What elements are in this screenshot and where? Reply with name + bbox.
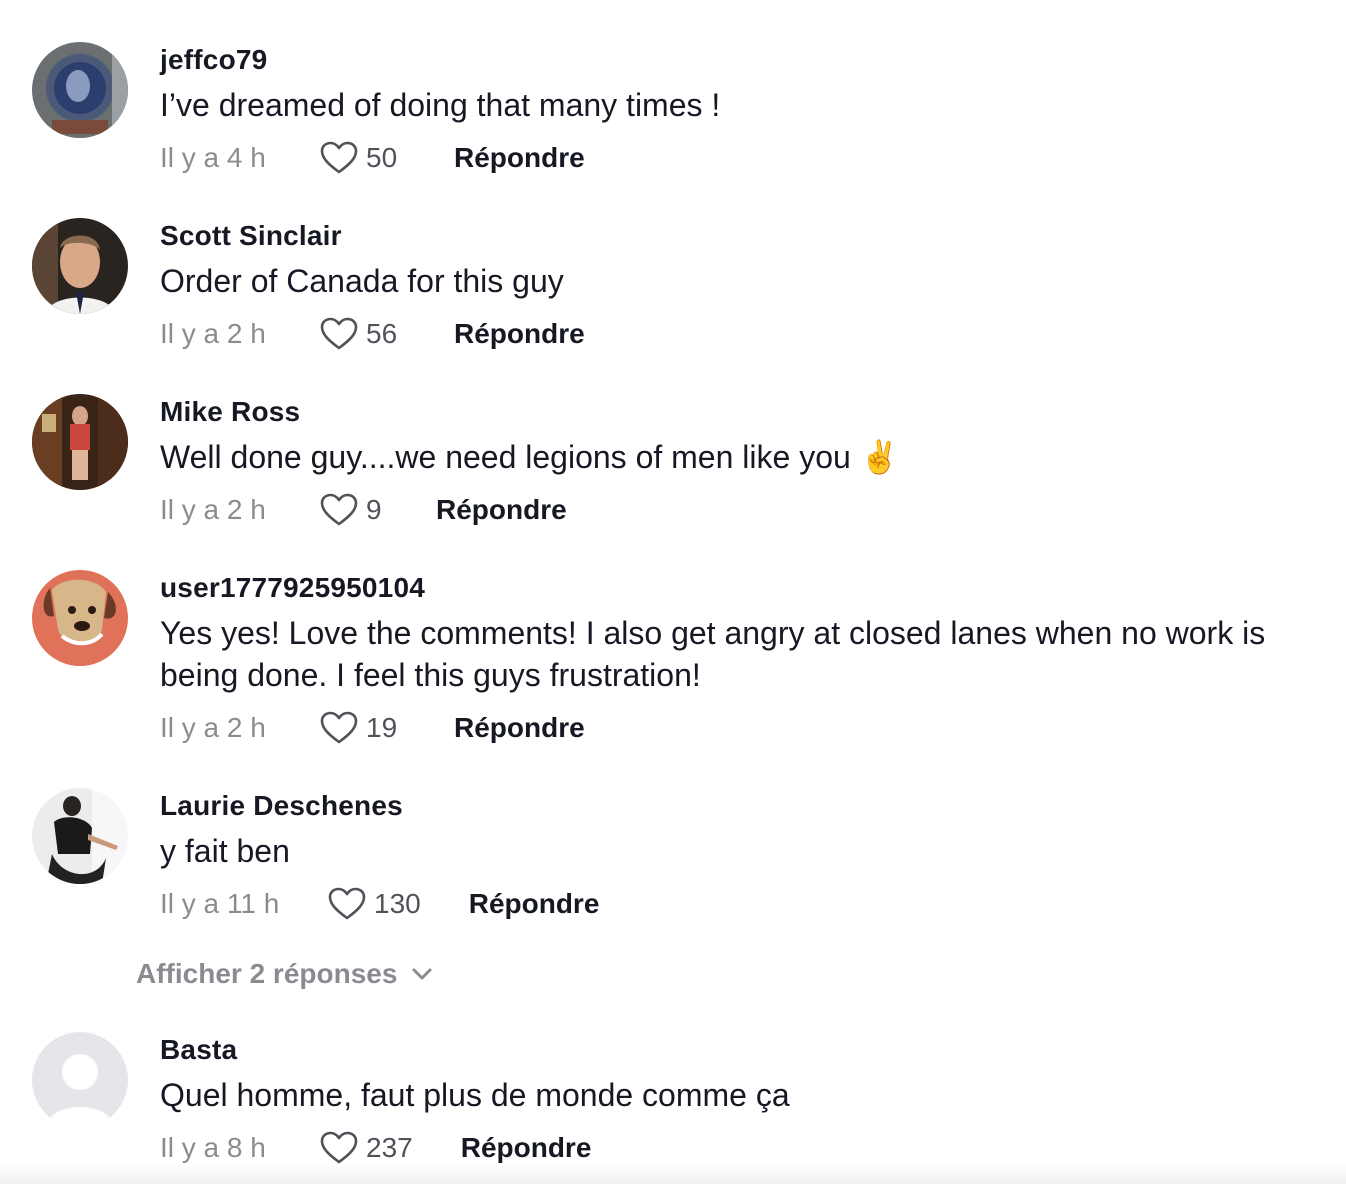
chevron-down-icon xyxy=(412,968,432,980)
heart-outline-icon xyxy=(328,887,366,920)
like-button[interactable]: 50 xyxy=(320,138,406,178)
like-button[interactable]: 237 xyxy=(320,1128,413,1168)
heart-outline-icon xyxy=(320,1131,358,1164)
comment-time: Il y a 4 h xyxy=(160,142,266,173)
reply-button[interactable]: Répondre xyxy=(454,708,585,748)
avatar[interactable] xyxy=(32,394,128,490)
view-replies-button[interactable]: Afficher 2 réponses xyxy=(136,954,433,994)
comment-body: Laurie Deschenes y fait ben Il y a 11 h … xyxy=(160,788,1320,924)
avatar[interactable] xyxy=(32,42,128,138)
reply-button[interactable]: Répondre xyxy=(461,1128,592,1168)
like-count: 130 xyxy=(374,888,421,919)
reply-button[interactable]: Répondre xyxy=(454,138,585,178)
reply-button[interactable]: Répondre xyxy=(436,490,567,530)
comment-time: Il y a 8 h xyxy=(160,1132,266,1163)
comment-body: Basta Quel homme, faut plus de monde com… xyxy=(160,1032,1320,1168)
comment-time: Il y a 2 h xyxy=(160,712,266,743)
view-replies-label: Afficher 2 réponses xyxy=(136,958,398,989)
heart-outline-icon xyxy=(320,711,358,744)
comment-body: Mike Ross Well done guy....we need legio… xyxy=(160,394,1320,530)
like-count: 9 xyxy=(366,494,382,525)
like-count: 237 xyxy=(366,1132,413,1163)
comment-text: Yes yes! Love the comments! I also get a… xyxy=(160,615,1275,693)
heart-outline-icon xyxy=(320,317,358,350)
comment-username[interactable]: jeffco79 xyxy=(160,42,1320,78)
heart-outline-icon xyxy=(320,493,358,526)
like-button[interactable]: 19 xyxy=(320,708,406,748)
comment-meta: Il y a 4 h 50 Répondre xyxy=(160,138,1320,178)
avatar[interactable] xyxy=(32,1032,128,1128)
like-count: 19 xyxy=(366,712,398,743)
comment-body: jeffco79 I’ve dreamed of doing that many… xyxy=(160,42,1320,178)
comment-username[interactable]: user1777925950104 xyxy=(160,570,1320,606)
avatar[interactable] xyxy=(32,788,128,884)
reply-button[interactable]: Répondre xyxy=(454,314,585,354)
comment-meta: Il y a 11 h 130 Répondre xyxy=(160,884,1320,924)
comment-meta: Il y a 2 h 9 Répondre xyxy=(160,490,1320,530)
comment-body: Scott Sinclair Order of Canada for this … xyxy=(160,218,1320,354)
like-count: 50 xyxy=(366,142,398,173)
comment-body: user1777925950104 Yes yes! Love the comm… xyxy=(160,570,1320,748)
comment-text: y fait ben xyxy=(160,833,290,869)
comment-text: Well done guy....we need legions of men … xyxy=(160,439,900,475)
comment-username[interactable]: Mike Ross xyxy=(160,394,1320,430)
comment-text: Quel homme, faut plus de monde comme ça xyxy=(160,1077,790,1113)
like-count: 56 xyxy=(366,318,398,349)
comment-text: Order of Canada for this guy xyxy=(160,263,564,299)
avatar[interactable] xyxy=(32,570,128,666)
comment-time: Il y a 2 h xyxy=(160,318,266,349)
reply-button[interactable]: Répondre xyxy=(469,884,600,924)
comment-time: Il y a 2 h xyxy=(160,494,266,525)
comment-meta: Il y a 2 h 19 Répondre xyxy=(160,708,1320,748)
comment-username[interactable]: Laurie Deschenes xyxy=(160,788,1320,824)
comment-meta: Il y a 8 h 237 Répondre xyxy=(160,1128,1320,1168)
comment-username[interactable]: Basta xyxy=(160,1032,1320,1068)
comment-time: Il y a 11 h xyxy=(160,888,280,919)
comment-meta: Il y a 2 h 56 Répondre xyxy=(160,314,1320,354)
like-button[interactable]: 9 xyxy=(320,490,406,530)
avatar[interactable] xyxy=(32,218,128,314)
like-button[interactable]: 130 xyxy=(328,884,421,924)
comment-text: I’ve dreamed of doing that many times ! xyxy=(160,87,721,123)
like-button[interactable]: 56 xyxy=(320,314,406,354)
heart-outline-icon xyxy=(320,141,358,174)
bottom-edge xyxy=(0,1164,1346,1184)
comment-username[interactable]: Scott Sinclair xyxy=(160,218,1320,254)
